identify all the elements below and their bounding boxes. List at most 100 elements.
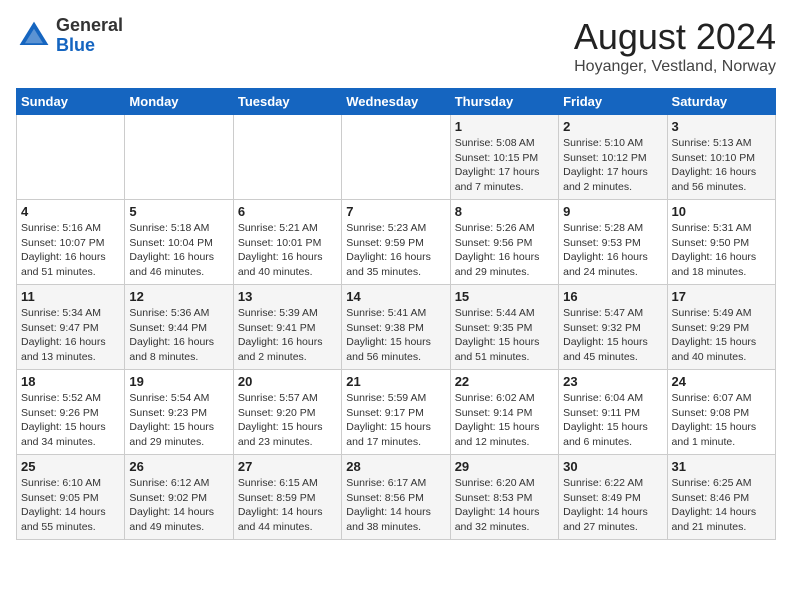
day-info: Sunrise: 5:41 AM Sunset: 9:38 PM Dayligh…: [346, 306, 445, 365]
calendar-day-cell: 17 Sunrise: 5:49 AM Sunset: 9:29 PM Dayli…: [667, 285, 775, 370]
day-info: Sunrise: 6:02 AM Sunset: 9:14 PM Dayligh…: [455, 391, 554, 450]
day-info: Sunrise: 5:13 AM Sunset: 10:10 PM Daylig…: [672, 136, 771, 195]
calendar-subtitle: Hoyanger, Vestland, Norway: [574, 58, 776, 76]
calendar-day-cell: 20 Sunrise: 5:57 AM Sunset: 9:20 PM Dayli…: [233, 370, 341, 455]
day-info: Sunrise: 6:22 AM Sunset: 8:49 PM Dayligh…: [563, 476, 662, 535]
day-number: 24: [672, 374, 771, 389]
day-number: 21: [346, 374, 445, 389]
calendar-day-cell: 31 Sunrise: 6:25 AM Sunset: 8:46 PM Dayli…: [667, 455, 775, 540]
day-number: 20: [238, 374, 337, 389]
calendar-week-row: 11Sunrise: 5:34 AM Sunset: 9:47 PM Dayli…: [17, 285, 776, 370]
weekday-header: Monday: [125, 89, 233, 115]
day-number: 4: [21, 204, 120, 219]
day-number: 15: [455, 289, 554, 304]
day-number: 6: [238, 204, 337, 219]
title-block: August 2024 Hoyanger, Vestland, Norway: [574, 16, 776, 76]
day-number: 14: [346, 289, 445, 304]
day-info: Sunrise: 5:49 AM Sunset: 9:29 PM Dayligh…: [672, 306, 771, 365]
calendar-header: SundayMondayTuesdayWednesdayThursdayFrid…: [17, 89, 776, 115]
header-row: SundayMondayTuesdayWednesdayThursdayFrid…: [17, 89, 776, 115]
calendar-day-cell: 25Sunrise: 6:10 AM Sunset: 9:05 PM Dayli…: [17, 455, 125, 540]
calendar-day-cell: 19Sunrise: 5:54 AM Sunset: 9:23 PM Dayli…: [125, 370, 233, 455]
calendar-table: SundayMondayTuesdayWednesdayThursdayFrid…: [16, 88, 776, 540]
day-number: 10: [672, 204, 771, 219]
day-number: 7: [346, 204, 445, 219]
weekday-header: Thursday: [450, 89, 558, 115]
day-info: Sunrise: 5:16 AM Sunset: 10:07 PM Daylig…: [21, 221, 120, 280]
day-number: 12: [129, 289, 228, 304]
day-number: 1: [455, 119, 554, 134]
calendar-day-cell: 29 Sunrise: 6:20 AM Sunset: 8:53 PM Dayli…: [450, 455, 558, 540]
day-number: 18: [21, 374, 120, 389]
calendar-day-cell: 7Sunrise: 5:23 AM Sunset: 9:59 PM Daylig…: [342, 200, 450, 285]
calendar-day-cell: 24Sunrise: 6:07 AM Sunset: 9:08 PM Dayli…: [667, 370, 775, 455]
calendar-day-cell: [17, 115, 125, 200]
day-number: 13: [238, 289, 337, 304]
day-number: 31: [672, 459, 771, 474]
day-info: Sunrise: 6:25 AM Sunset: 8:46 PM Dayligh…: [672, 476, 771, 535]
calendar-day-cell: 27 Sunrise: 6:15 AM Sunset: 8:59 PM Dayli…: [233, 455, 341, 540]
day-number: 29: [455, 459, 554, 474]
calendar-day-cell: [233, 115, 341, 200]
calendar-week-row: 18 Sunrise: 5:52 AM Sunset: 9:26 PM Dayli…: [17, 370, 776, 455]
calendar-day-cell: 6 Sunrise: 5:21 AM Sunset: 10:01 PM Dayli…: [233, 200, 341, 285]
calendar-body: 1 Sunrise: 5:08 AM Sunset: 10:15 PM Dayli…: [17, 115, 776, 540]
day-info: Sunrise: 5:10 AM Sunset: 10:12 PM Daylig…: [563, 136, 662, 195]
day-info: Sunrise: 5:57 AM Sunset: 9:20 PM Dayligh…: [238, 391, 337, 450]
logo-icon: [16, 18, 52, 54]
calendar-day-cell: 28Sunrise: 6:17 AM Sunset: 8:56 PM Dayli…: [342, 455, 450, 540]
day-info: Sunrise: 5:34 AM Sunset: 9:47 PM Dayligh…: [21, 306, 120, 365]
calendar-day-cell: 13 Sunrise: 5:39 AM Sunset: 9:41 PM Dayli…: [233, 285, 341, 370]
day-number: 22: [455, 374, 554, 389]
day-number: 17: [672, 289, 771, 304]
calendar-day-cell: 16Sunrise: 5:47 AM Sunset: 9:32 PM Dayli…: [559, 285, 667, 370]
day-info: Sunrise: 6:17 AM Sunset: 8:56 PM Dayligh…: [346, 476, 445, 535]
calendar-week-row: 25Sunrise: 6:10 AM Sunset: 9:05 PM Dayli…: [17, 455, 776, 540]
day-number: 19: [129, 374, 228, 389]
day-info: Sunrise: 5:52 AM Sunset: 9:26 PM Dayligh…: [21, 391, 120, 450]
weekday-header: Tuesday: [233, 89, 341, 115]
day-number: 3: [672, 119, 771, 134]
calendar-day-cell: 9 Sunrise: 5:28 AM Sunset: 9:53 PM Daylig…: [559, 200, 667, 285]
weekday-header: Saturday: [667, 89, 775, 115]
day-info: Sunrise: 5:39 AM Sunset: 9:41 PM Dayligh…: [238, 306, 337, 365]
calendar-day-cell: 18 Sunrise: 5:52 AM Sunset: 9:26 PM Dayli…: [17, 370, 125, 455]
page-header: General Blue August 2024 Hoyanger, Vestl…: [16, 16, 776, 76]
day-info: Sunrise: 6:10 AM Sunset: 9:05 PM Dayligh…: [21, 476, 120, 535]
calendar-day-cell: 23Sunrise: 6:04 AM Sunset: 9:11 PM Dayli…: [559, 370, 667, 455]
day-info: Sunrise: 5:18 AM Sunset: 10:04 PM Daylig…: [129, 221, 228, 280]
weekday-header: Wednesday: [342, 89, 450, 115]
day-info: Sunrise: 6:15 AM Sunset: 8:59 PM Dayligh…: [238, 476, 337, 535]
calendar-week-row: 4 Sunrise: 5:16 AM Sunset: 10:07 PM Dayli…: [17, 200, 776, 285]
day-info: Sunrise: 5:21 AM Sunset: 10:01 PM Daylig…: [238, 221, 337, 280]
logo: General Blue: [16, 16, 123, 56]
day-info: Sunrise: 6:12 AM Sunset: 9:02 PM Dayligh…: [129, 476, 228, 535]
day-info: Sunrise: 6:04 AM Sunset: 9:11 PM Dayligh…: [563, 391, 662, 450]
calendar-day-cell: 14 Sunrise: 5:41 AM Sunset: 9:38 PM Dayli…: [342, 285, 450, 370]
day-number: 30: [563, 459, 662, 474]
day-number: 9: [563, 204, 662, 219]
calendar-week-row: 1 Sunrise: 5:08 AM Sunset: 10:15 PM Dayli…: [17, 115, 776, 200]
calendar-day-cell: 5Sunrise: 5:18 AM Sunset: 10:04 PM Dayli…: [125, 200, 233, 285]
day-info: Sunrise: 5:31 AM Sunset: 9:50 PM Dayligh…: [672, 221, 771, 280]
day-info: Sunrise: 5:47 AM Sunset: 9:32 PM Dayligh…: [563, 306, 662, 365]
weekday-header: Friday: [559, 89, 667, 115]
logo-text: General Blue: [56, 16, 123, 56]
day-info: Sunrise: 5:36 AM Sunset: 9:44 PM Dayligh…: [129, 306, 228, 365]
calendar-day-cell: 22 Sunrise: 6:02 AM Sunset: 9:14 PM Dayli…: [450, 370, 558, 455]
calendar-day-cell: [342, 115, 450, 200]
calendar-day-cell: 10 Sunrise: 5:31 AM Sunset: 9:50 PM Dayli…: [667, 200, 775, 285]
weekday-header: Sunday: [17, 89, 125, 115]
calendar-day-cell: 8Sunrise: 5:26 AM Sunset: 9:56 PM Daylig…: [450, 200, 558, 285]
calendar-day-cell: 30 Sunrise: 6:22 AM Sunset: 8:49 PM Dayli…: [559, 455, 667, 540]
day-info: Sunrise: 5:59 AM Sunset: 9:17 PM Dayligh…: [346, 391, 445, 450]
day-info: Sunrise: 5:08 AM Sunset: 10:15 PM Daylig…: [455, 136, 554, 195]
day-number: 2: [563, 119, 662, 134]
calendar-day-cell: 3 Sunrise: 5:13 AM Sunset: 10:10 PM Dayli…: [667, 115, 775, 200]
calendar-day-cell: [125, 115, 233, 200]
day-number: 27: [238, 459, 337, 474]
day-info: Sunrise: 5:28 AM Sunset: 9:53 PM Dayligh…: [563, 221, 662, 280]
day-number: 8: [455, 204, 554, 219]
day-info: Sunrise: 6:20 AM Sunset: 8:53 PM Dayligh…: [455, 476, 554, 535]
calendar-day-cell: 2 Sunrise: 5:10 AM Sunset: 10:12 PM Dayli…: [559, 115, 667, 200]
